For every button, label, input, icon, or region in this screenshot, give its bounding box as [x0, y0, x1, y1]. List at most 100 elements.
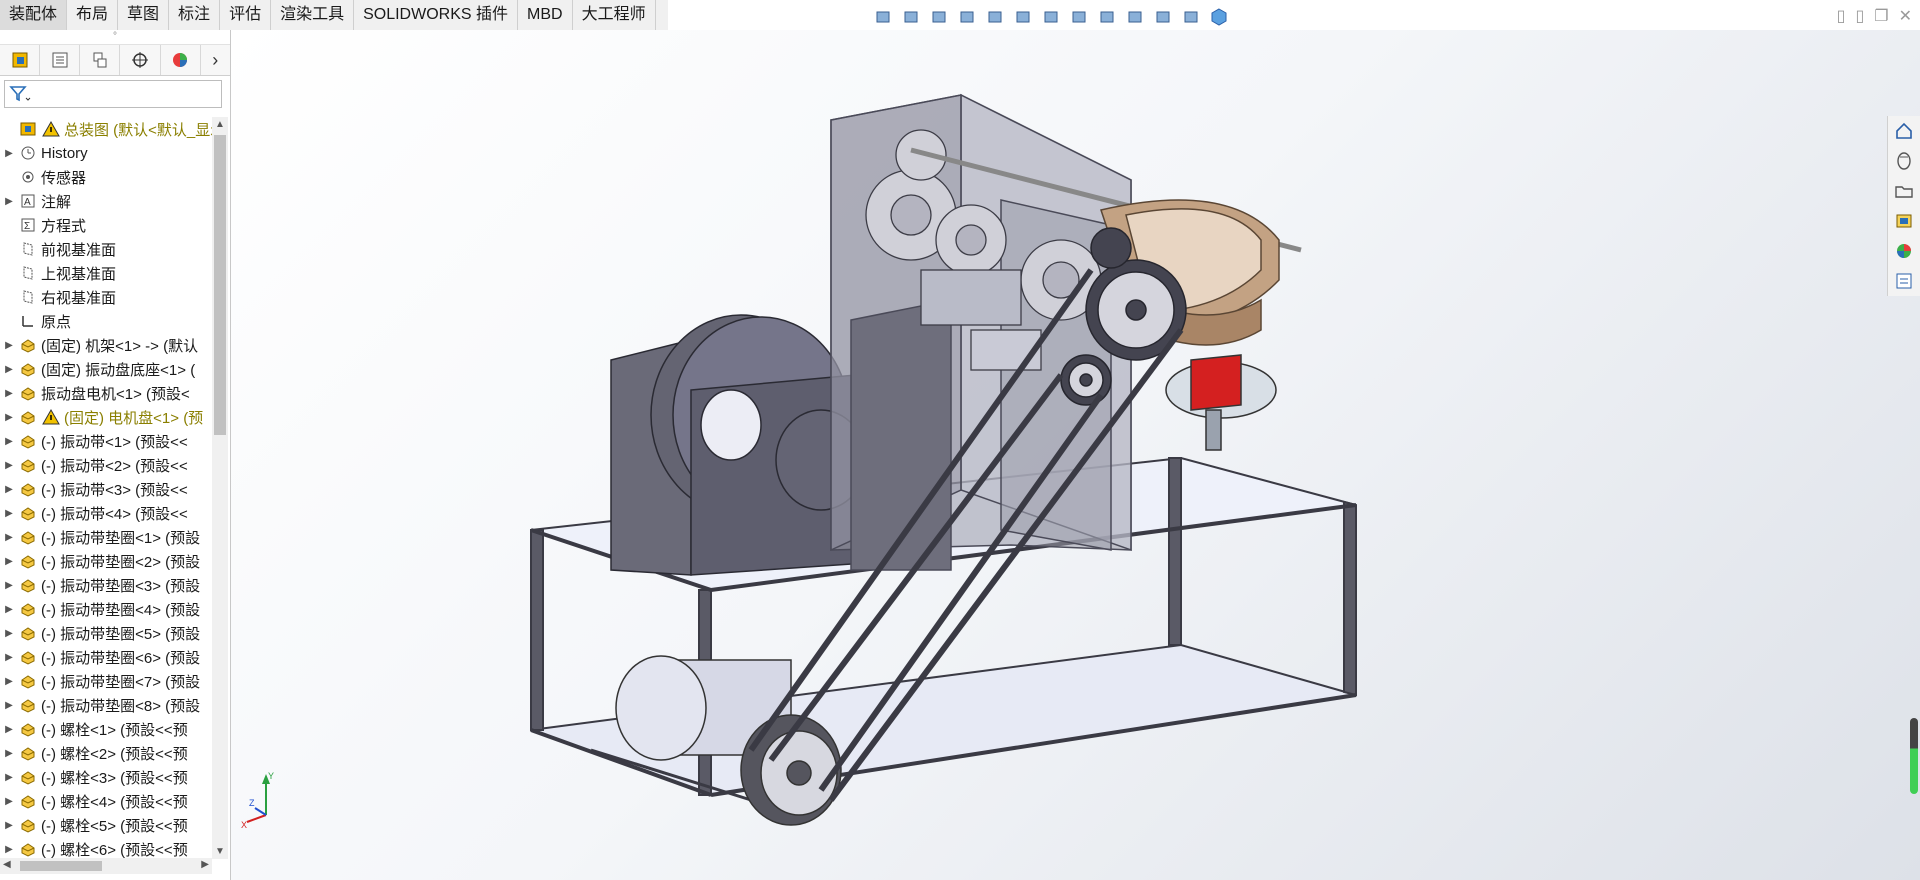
tree-item[interactable]: ▶ (-) 振动带<4> (预設<< [0, 501, 212, 525]
tree-item[interactable]: ▶ 振动盘电机<1> (预設< [0, 381, 212, 405]
expand-arrow-icon[interactable]: ▶ [0, 628, 18, 639]
zoom-to-fit-icon[interactable] [898, 6, 924, 28]
tree-item[interactable]: ▶ (-) 振动带垫圈<1> (预設 [0, 525, 212, 549]
tree-item[interactable]: ▶ (-) 振动带<1> (预設<< [0, 429, 212, 453]
tree-filter[interactable] [4, 80, 222, 108]
tab-7[interactable]: MBD [518, 0, 573, 30]
scroll-left-icon[interactable]: ◀ [3, 859, 11, 870]
panel-grip[interactable]: ° [0, 30, 230, 45]
tree-item[interactable]: ▶ (-) 振动带垫圈<4> (预設 [0, 597, 212, 621]
tree-item[interactable]: ▶ (-) 振动带<2> (预設<< [0, 453, 212, 477]
tab-6[interactable]: SOLIDWORKS 插件 [354, 0, 519, 30]
dimxpert-icon[interactable] [120, 45, 161, 75]
tree-vertical-scrollbar[interactable]: ▲ ▼ [212, 117, 228, 859]
tree-item[interactable]: 原点 [0, 309, 212, 333]
tree-item[interactable]: ▶ (-) 振动带垫圈<2> (预設 [0, 549, 212, 573]
scroll-thumb-horizontal[interactable] [20, 861, 102, 871]
expand-arrow-icon[interactable]: ▶ [0, 148, 18, 159]
expand-arrow-icon[interactable]: ▶ [0, 844, 18, 855]
property-manager-icon[interactable] [40, 45, 81, 75]
tab-0[interactable]: 装配体 [0, 0, 68, 30]
view-orientation-dropdown-icon[interactable] [1038, 6, 1064, 28]
custom-properties-icon[interactable] [1888, 266, 1920, 296]
close-icon[interactable]: ✕ [1899, 6, 1912, 26]
expand-arrow-icon[interactable]: ▶ [0, 196, 18, 207]
scroll-down-icon[interactable]: ▼ [215, 846, 225, 857]
tree-root[interactable]: 总装图 (默认<默认_显示 [0, 117, 212, 141]
tree-item[interactable]: ▶ (-) 振动带垫圈<7> (预設 [0, 669, 212, 693]
expand-arrow-icon[interactable]: ▶ [0, 580, 18, 591]
tab-1[interactable]: 布局 [67, 0, 119, 30]
tree-item[interactable]: ▶ (固定) 机架<1> -> (默认 [0, 333, 212, 357]
expand-arrow-icon[interactable]: ▶ [0, 460, 18, 471]
expand-arrow-icon[interactable]: ▶ [0, 340, 18, 351]
tree-item[interactable]: ▶ (-) 振动带垫圈<5> (预設 [0, 621, 212, 645]
expand-arrow-icon[interactable]: ▶ [0, 724, 18, 735]
tree-item[interactable]: ▶ (-) 振动带垫圈<6> (预設 [0, 645, 212, 669]
file-explorer-icon[interactable] [1888, 176, 1920, 206]
design-library-icon[interactable] [1888, 146, 1920, 176]
tree-item[interactable]: 前视基准面 [0, 237, 212, 261]
graphics-area[interactable]: Y X Z [231, 30, 1920, 880]
tree-item[interactable]: Σ 方程式 [0, 213, 212, 237]
expand-arrow-icon[interactable]: ▶ [0, 652, 18, 663]
tree-item[interactable]: ▶ (-) 螺栓<1> (预設<<预 [0, 717, 212, 741]
expand-arrow-icon[interactable]: ▶ [0, 532, 18, 543]
zoom-area-icon[interactable] [926, 6, 952, 28]
tree-item[interactable]: 上视基准面 [0, 261, 212, 285]
tree-item[interactable]: ▶ (-) 螺栓<3> (预設<<预 [0, 765, 212, 789]
tab-2[interactable]: 草图 [118, 0, 170, 30]
expand-arrow-icon[interactable]: ▶ [0, 772, 18, 783]
scroll-thumb[interactable] [214, 135, 226, 435]
expand-arrow-icon[interactable]: ▶ [0, 676, 18, 687]
feature-manager-icon[interactable] [0, 45, 41, 75]
tree-item[interactable]: ▶ (-) 螺栓<5> (预設<<预 [0, 813, 212, 837]
tab-8[interactable]: 大工程师 [573, 0, 656, 30]
tree-item[interactable]: 传感器 [0, 165, 212, 189]
more-tabs-icon[interactable]: › [201, 45, 230, 75]
view-palette-icon[interactable] [1888, 206, 1920, 236]
expand-arrow-icon[interactable]: ▶ [0, 820, 18, 831]
section-view-icon[interactable] [982, 6, 1008, 28]
expand-arrow-icon[interactable]: ▶ [0, 436, 18, 447]
expand-arrow-icon[interactable]: ▶ [0, 364, 18, 375]
apply-scene-icon[interactable] [1150, 6, 1176, 28]
expand-arrow-icon[interactable]: ▶ [0, 556, 18, 567]
tree-item[interactable]: ▶ (固定) 振动盘底座<1> ( [0, 357, 212, 381]
configuration-manager-icon[interactable] [80, 45, 121, 75]
tab-5[interactable]: 渲染工具 [271, 0, 355, 30]
view-settings-icon[interactable] [1178, 6, 1204, 28]
tree-item[interactable]: ▶ History [0, 141, 212, 165]
assembly-model[interactable] [231, 30, 1920, 880]
appearances-icon[interactable] [1888, 236, 1920, 266]
expand-arrow-icon[interactable]: ▶ [0, 412, 18, 423]
view-orientation-icon[interactable] [870, 6, 896, 28]
home-icon[interactable] [1888, 116, 1920, 146]
tree-item[interactable]: ▶ (-) 螺栓<4> (预設<<预 [0, 789, 212, 813]
expand-arrow-icon[interactable]: ▶ [0, 748, 18, 759]
restore-left-icon[interactable]: ▯ [1837, 6, 1846, 26]
restore-window-icon[interactable]: ❐ [1874, 6, 1888, 26]
display-manager-icon[interactable] [161, 45, 201, 75]
tab-3[interactable]: 标注 [169, 0, 221, 30]
expand-arrow-icon[interactable]: ▶ [0, 604, 18, 615]
tree-item[interactable]: ▶ A 注解 [0, 189, 212, 213]
scroll-right-icon[interactable]: ▶ [201, 859, 209, 870]
tree-item[interactable]: ▶ (-) 螺栓<6> (预設<<预 [0, 837, 212, 859]
tree-item[interactable]: ▶ (-) 振动带垫圈<3> (预設 [0, 573, 212, 597]
display-style-icon[interactable] [1066, 6, 1092, 28]
dynamic-annotation-icon[interactable] [1010, 6, 1036, 28]
expand-arrow-icon[interactable]: ▶ [0, 508, 18, 519]
expand-arrow-icon[interactable]: ▶ [0, 484, 18, 495]
hide-show-icon[interactable] [1094, 6, 1120, 28]
restore-right-icon[interactable]: ▯ [1855, 6, 1864, 26]
cube-icon[interactable] [1206, 6, 1232, 28]
tree-item[interactable]: ▶ (固定) 电机盘<1> (预 [0, 405, 212, 429]
expand-arrow-icon[interactable]: ▶ [0, 388, 18, 399]
expand-arrow-icon[interactable]: ▶ [0, 796, 18, 807]
previous-view-icon[interactable] [954, 6, 980, 28]
edit-appearance-icon[interactable] [1122, 6, 1148, 28]
tree-item[interactable]: ▶ (-) 振动带垫圈<8> (预設 [0, 693, 212, 717]
tab-4[interactable]: 评估 [220, 0, 272, 30]
tree-item[interactable]: 右视基准面 [0, 285, 212, 309]
